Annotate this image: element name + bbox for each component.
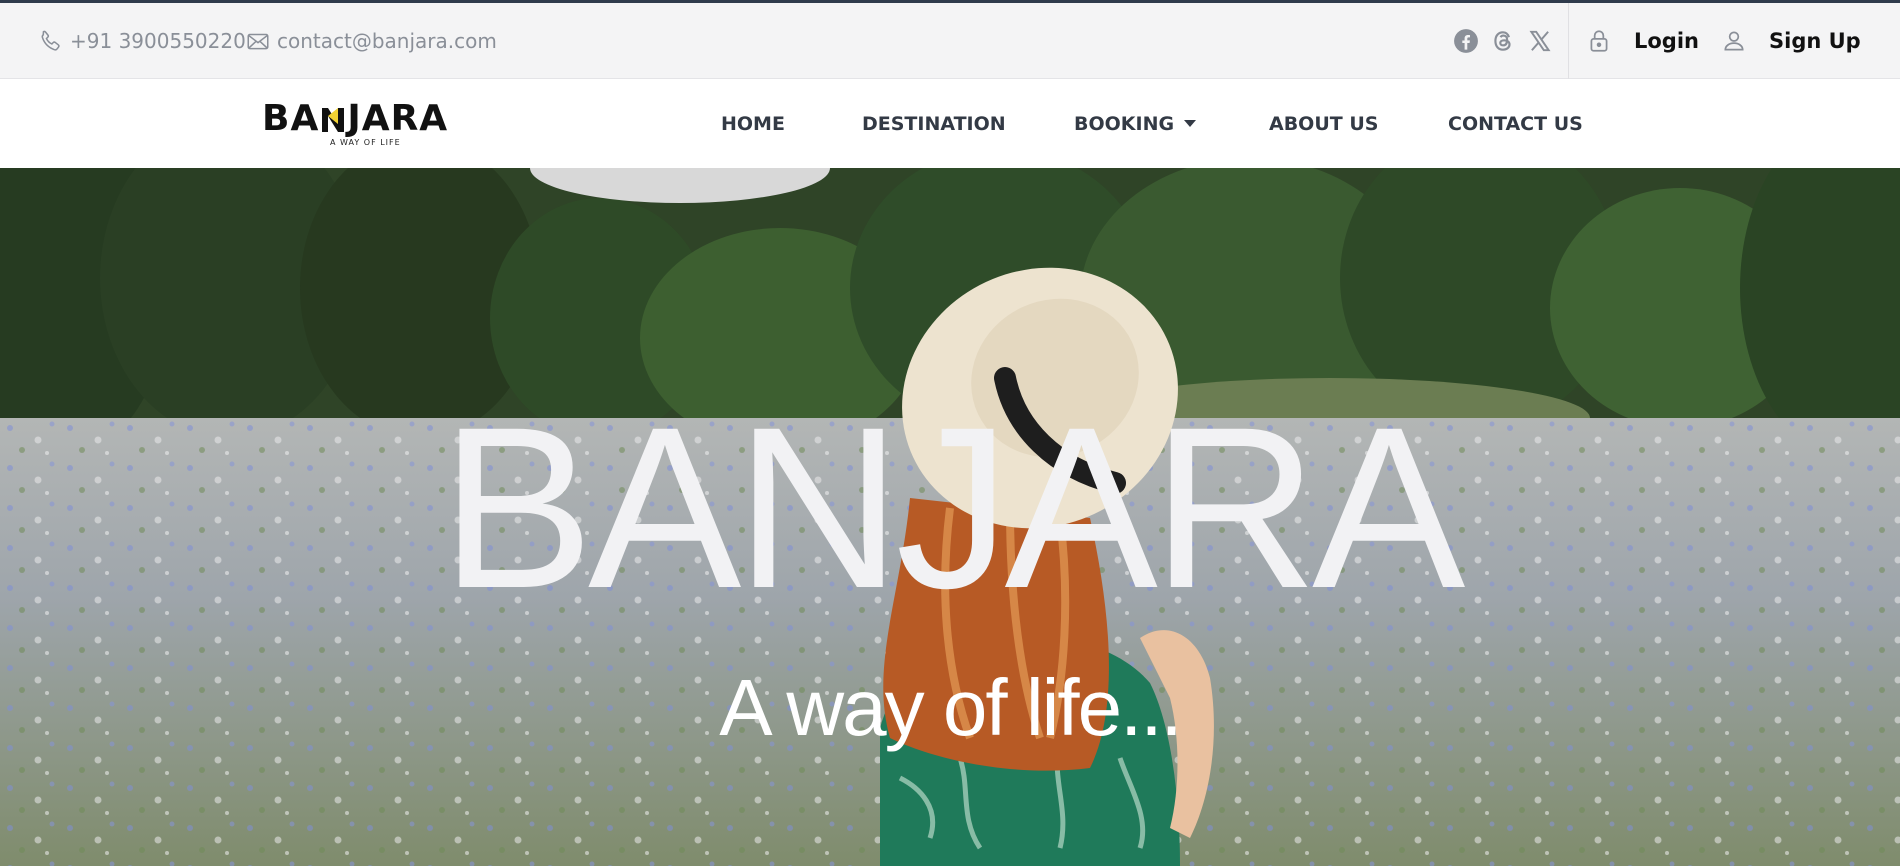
phone-contact[interactable]: +91 3900550220 — [38, 3, 246, 79]
x-link[interactable] — [1527, 3, 1553, 79]
hero-subtitle: A way of life... — [719, 663, 1183, 752]
login-label: Login — [1634, 29, 1699, 53]
threads-link[interactable] — [1490, 3, 1516, 79]
email-contact[interactable]: contact@banjara.com — [245, 3, 497, 79]
facebook-link[interactable] — [1453, 3, 1479, 79]
user-icon — [1724, 31, 1744, 51]
topbar-divider — [1568, 3, 1569, 79]
logo-mark-icon — [321, 105, 345, 133]
nav-booking[interactable]: BOOKING — [1074, 79, 1197, 168]
hero-title: BANJARA — [440, 379, 1466, 636]
envelope-icon — [247, 33, 269, 50]
logo-text-left: BA — [262, 98, 320, 139]
hero-banner: BANJARA A way of life... — [0, 168, 1900, 866]
signup-button[interactable]: Sign Up — [1721, 3, 1861, 79]
email-address: contact@banjara.com — [277, 29, 497, 53]
logo-tagline: A WAY OF LIFE — [330, 138, 401, 147]
main-navbar: BA JARA A WAY OF LIFE HOME DESTINATION B… — [0, 79, 1900, 168]
lock-icon — [1590, 30, 1608, 52]
nav-booking-label: BOOKING — [1074, 112, 1175, 135]
logo-wordmark: BA JARA — [262, 101, 466, 137]
top-bar: +91 3900550220 contact@banjara.com Login… — [0, 0, 1900, 79]
logo-text-right: JARA — [347, 98, 449, 139]
nav-contact-us[interactable]: CONTACT US — [1448, 79, 1583, 168]
phone-icon — [41, 30, 60, 51]
x-icon — [1529, 30, 1551, 52]
phone-number: +91 3900550220 — [70, 29, 246, 53]
caret-down-icon — [1184, 120, 1197, 127]
signup-label: Sign Up — [1769, 29, 1861, 53]
facebook-icon — [1454, 29, 1478, 53]
brand-logo[interactable]: BA JARA A WAY OF LIFE — [262, 101, 466, 151]
threads-icon — [1494, 31, 1511, 51]
login-button[interactable]: Login — [1586, 3, 1699, 79]
nav-destination[interactable]: DESTINATION — [862, 79, 1006, 168]
nav-home[interactable]: HOME — [721, 79, 785, 168]
nav-about-us[interactable]: ABOUT US — [1269, 79, 1378, 168]
